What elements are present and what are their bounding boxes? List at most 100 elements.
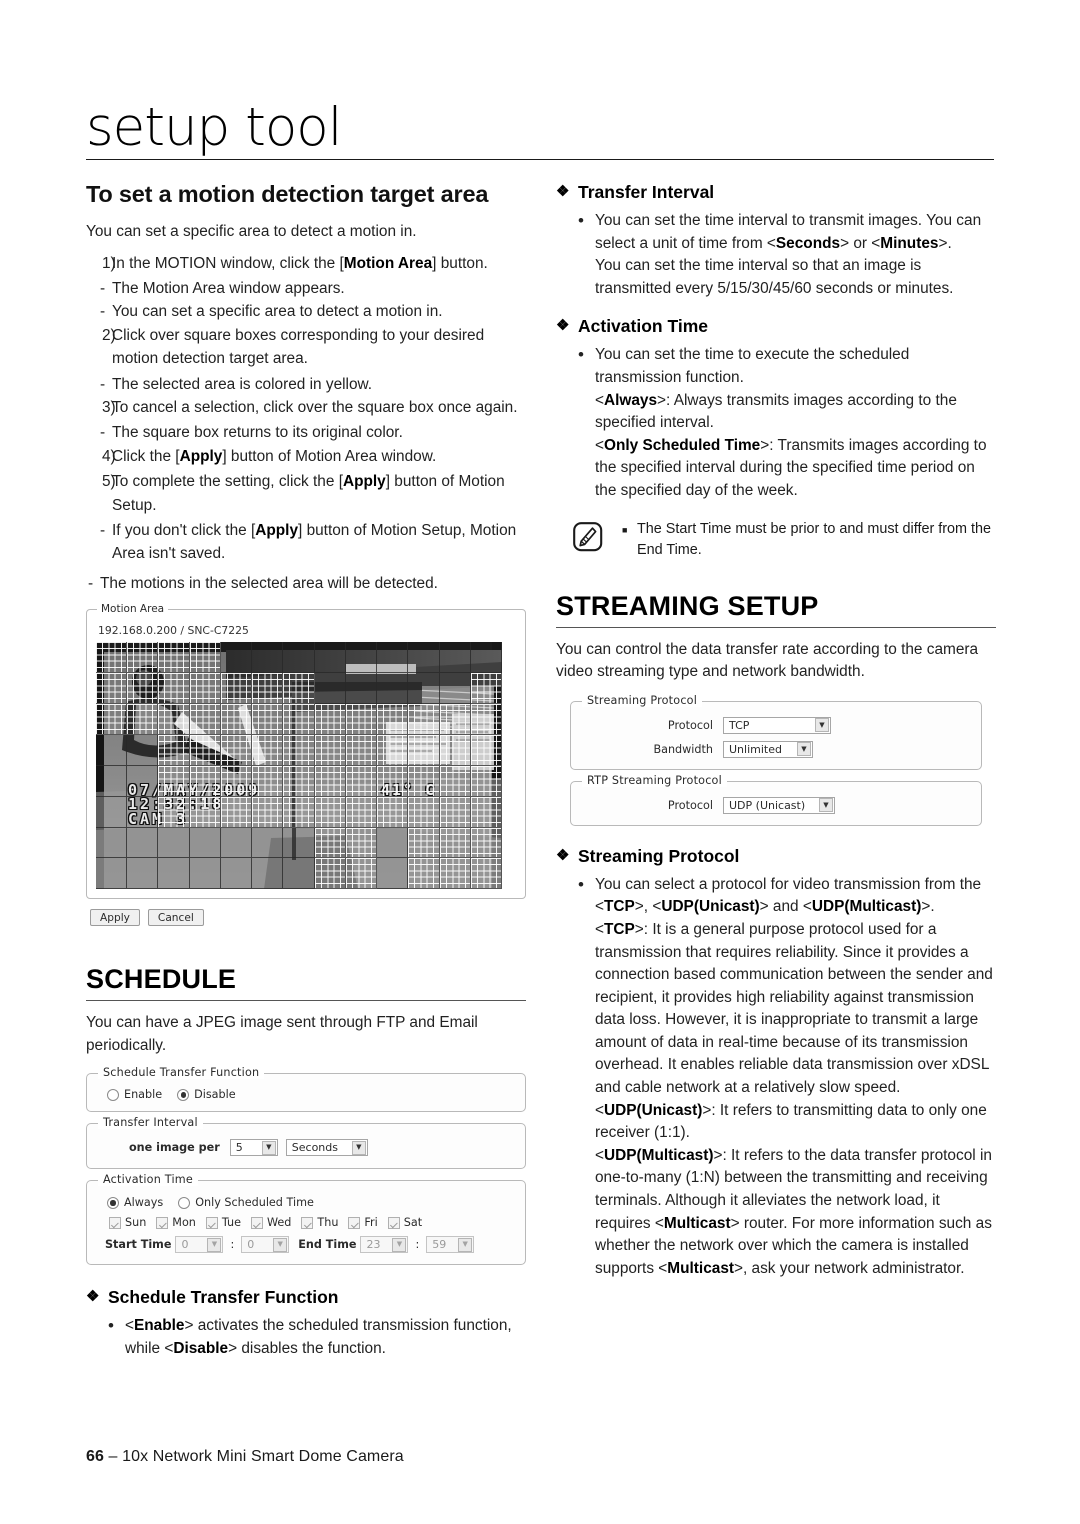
motion-grid-cell[interactable] (189, 858, 221, 890)
motion-grid-cell[interactable] (439, 734, 471, 766)
motion-grid-cell[interactable] (158, 734, 190, 766)
motion-grid-cell[interactable] (189, 673, 221, 705)
motion-grid-cell[interactable] (127, 858, 159, 890)
motion-grid-cell[interactable] (127, 827, 159, 859)
always-radio[interactable] (107, 1196, 119, 1209)
motion-grid-cell[interactable] (96, 642, 128, 674)
interval-unit-select[interactable]: Seconds ▼ (285, 1139, 368, 1157)
motion-grid-cell[interactable] (439, 642, 471, 674)
motion-grid-cell[interactable] (408, 642, 440, 674)
motion-grid-cell[interactable] (439, 827, 471, 859)
end-minute-select[interactable]: 59 ▼ (426, 1236, 475, 1254)
motion-grid-cell[interactable] (377, 858, 409, 890)
motion-grid-cell[interactable] (220, 704, 253, 735)
motion-grid-cell[interactable] (283, 827, 315, 859)
motion-grid-cell[interactable] (252, 673, 284, 705)
motion-grid-cell[interactable] (439, 765, 471, 797)
motion-grid-cell[interactable] (408, 796, 440, 828)
motion-grid-cell[interactable] (439, 858, 471, 890)
motion-grid-cell[interactable] (377, 704, 409, 735)
motion-grid-cell[interactable] (96, 673, 128, 705)
motion-grid-cell[interactable] (470, 765, 502, 797)
motion-grid-cell[interactable] (470, 673, 502, 705)
motion-grid-cell[interactable] (314, 642, 346, 674)
motion-grid-cell[interactable] (377, 765, 409, 797)
motion-grid-cell[interactable] (439, 704, 471, 735)
motion-grid-cell[interactable] (189, 765, 221, 797)
motion-grid-cell[interactable] (96, 796, 128, 828)
motion-grid-cell[interactable] (470, 642, 502, 674)
apply-button[interactable]: Apply (90, 909, 140, 927)
motion-grid-cell[interactable] (220, 765, 253, 797)
motion-grid-cell[interactable] (345, 858, 378, 890)
motion-grid-cell[interactable] (470, 827, 502, 859)
motion-grid-cell[interactable] (283, 704, 315, 735)
motion-grid-cell[interactable] (377, 673, 409, 705)
motion-grid-cell[interactable] (220, 734, 253, 766)
motion-grid-cell[interactable] (127, 673, 159, 705)
motion-grid-cell[interactable] (96, 704, 128, 735)
motion-grid-cell[interactable] (252, 642, 284, 674)
motion-grid-cell[interactable] (252, 827, 284, 859)
motion-grid-cell[interactable] (189, 796, 221, 828)
motion-grid-cell[interactable] (252, 858, 284, 890)
disable-radio[interactable] (177, 1088, 190, 1101)
motion-grid-cell[interactable] (408, 827, 440, 859)
motion-grid-cell[interactable] (470, 858, 502, 890)
motion-grid-cell[interactable] (96, 858, 128, 890)
motion-grid-cell[interactable] (345, 765, 378, 797)
motion-detection-grid[interactable] (96, 642, 502, 890)
motion-grid-cell[interactable] (408, 734, 440, 766)
motion-grid-cell[interactable] (314, 673, 346, 705)
motion-grid-cell[interactable] (377, 827, 409, 859)
rtp-protocol-select[interactable]: UDP (Unicast) ▼ (723, 796, 835, 814)
motion-grid-cell[interactable] (220, 858, 253, 890)
motion-grid-cell[interactable] (127, 734, 159, 766)
motion-grid-cell[interactable] (252, 796, 284, 828)
bandwidth-select[interactable]: Unlimited ▼ (723, 740, 813, 758)
motion-grid-cell[interactable] (314, 704, 346, 735)
motion-grid-cell[interactable] (408, 765, 440, 797)
day-checkbox-mon[interactable] (156, 1216, 169, 1229)
motion-grid-cell[interactable] (314, 858, 346, 890)
motion-grid-cell[interactable] (314, 765, 346, 797)
motion-grid-cell[interactable] (220, 673, 253, 705)
motion-grid-cell[interactable] (158, 673, 190, 705)
motion-grid-cell[interactable] (158, 765, 190, 797)
motion-grid-cell[interactable] (220, 796, 253, 828)
motion-grid-cell[interactable] (283, 765, 315, 797)
day-checkbox-sat[interactable] (387, 1216, 400, 1229)
motion-grid-cell[interactable] (96, 765, 128, 797)
motion-grid-cell[interactable] (314, 796, 346, 828)
day-checkbox-fri[interactable] (348, 1216, 361, 1229)
day-checkbox-tue[interactable] (205, 1216, 218, 1229)
motion-grid-cell[interactable] (408, 858, 440, 890)
motion-grid-cell[interactable] (96, 734, 128, 766)
day-checkbox-sun[interactable] (109, 1216, 121, 1229)
motion-grid-cell[interactable] (439, 673, 471, 705)
motion-grid-cell[interactable] (96, 827, 128, 859)
motion-grid-cell[interactable] (158, 642, 190, 674)
motion-grid-cell[interactable] (127, 704, 159, 735)
start-minute-select[interactable]: 0 ▼ (241, 1236, 290, 1254)
motion-grid-cell[interactable] (189, 734, 221, 766)
motion-grid-cell[interactable] (189, 642, 221, 674)
end-hour-select[interactable]: 23 ▼ (360, 1236, 409, 1254)
motion-grid-cell[interactable] (345, 796, 378, 828)
motion-grid-cell[interactable] (283, 734, 315, 766)
motion-grid-cell[interactable] (345, 642, 378, 674)
motion-grid-cell[interactable] (377, 796, 409, 828)
motion-area-video-view[interactable]: 07/MAY/2009 12:32:18 CAM 3 41° C (96, 642, 502, 890)
motion-grid-cell[interactable] (283, 642, 315, 674)
start-hour-select[interactable]: 0 ▼ (175, 1236, 224, 1254)
motion-grid-cell[interactable] (220, 642, 253, 674)
motion-grid-cell[interactable] (470, 704, 502, 735)
motion-grid-cell[interactable] (470, 796, 502, 828)
day-checkbox-wed[interactable] (251, 1216, 263, 1229)
motion-grid-cell[interactable] (408, 673, 440, 705)
motion-grid-cell[interactable] (189, 827, 221, 859)
protocol-select[interactable]: TCP ▼ (723, 716, 831, 734)
motion-grid-cell[interactable] (314, 827, 346, 859)
enable-radio[interactable] (107, 1088, 119, 1101)
motion-grid-cell[interactable] (158, 858, 190, 890)
